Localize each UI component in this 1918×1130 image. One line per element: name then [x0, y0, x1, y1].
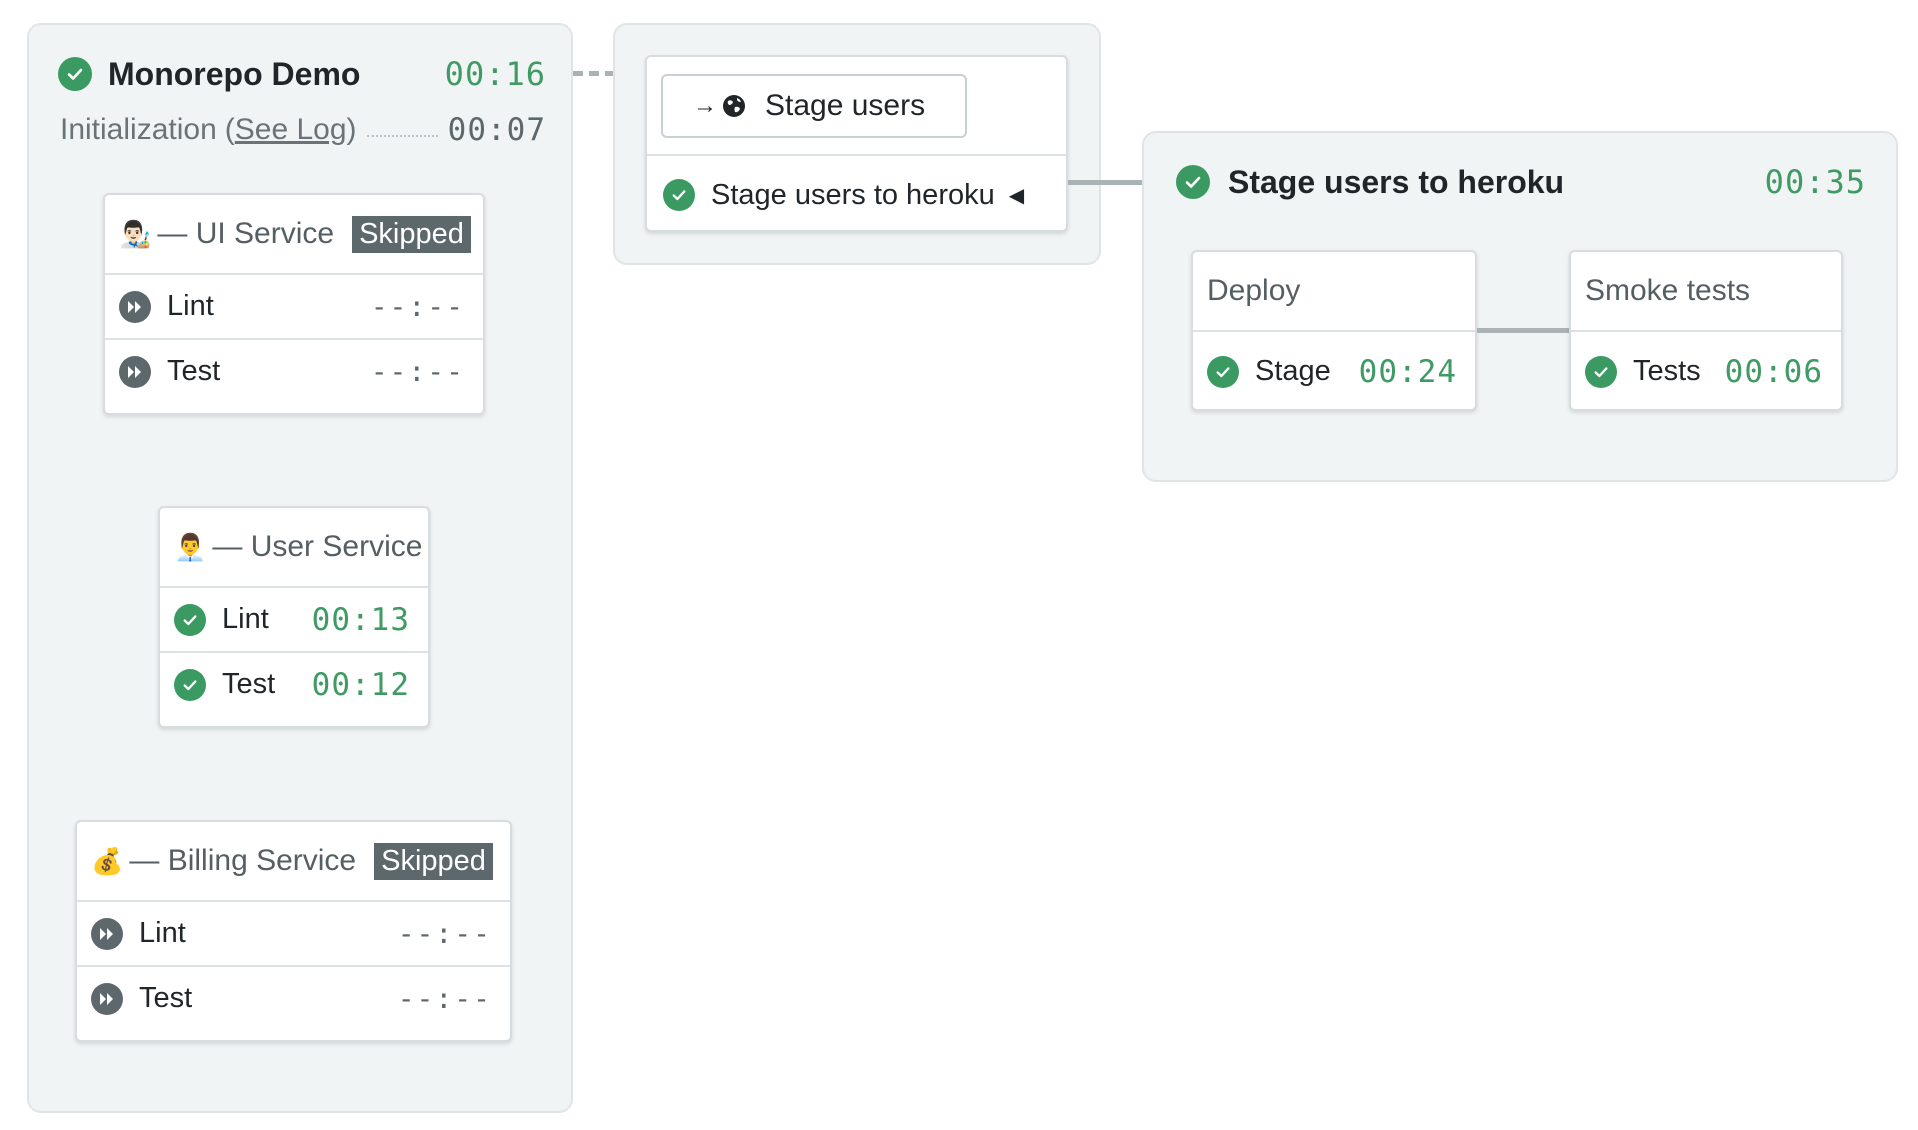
skipped-icon [119, 290, 151, 323]
dotted-leader [366, 135, 438, 137]
block-header: Smoke tests [1571, 252, 1841, 332]
job-row-lint[interactable]: Lint --:-- [77, 902, 510, 967]
passed-icon [1207, 355, 1239, 388]
passed-icon [174, 668, 206, 701]
promotion-target-label: Stage users to heroku [711, 178, 995, 211]
promote-button[interactable]: → Stage users [661, 73, 967, 138]
initialization-row: Initialization (See Log) 00:07 [60, 112, 546, 148]
block-header: 👨🏻‍🎨 — UI Service Skipped [105, 195, 483, 275]
passed-icon [663, 179, 695, 211]
office-worker-emoji-icon: 👨‍💼 [174, 531, 207, 562]
promotion-target-row[interactable]: Stage users to heroku ◀ [647, 156, 1066, 230]
block-header: 💰 — Billing Service Skipped [77, 822, 510, 902]
job-row-lint[interactable]: Lint 00:13 [160, 588, 428, 653]
stage-pipeline-title: Stage users to heroku [1228, 163, 1565, 200]
job-name: Stage [1255, 355, 1331, 387]
passed-icon [1585, 355, 1617, 388]
stage-pipeline-header: Stage users to heroku 00:35 [1176, 160, 1866, 204]
skipped-icon [91, 917, 123, 950]
job-name: Test [167, 355, 221, 387]
block-name: — User Service [212, 530, 423, 563]
block-header: Deploy [1193, 252, 1475, 332]
block-user-service[interactable]: 👨‍💼 — User Service Lint 00:13 Test 00:12 [158, 506, 430, 728]
workflow-title: Monorepo Demo [108, 55, 361, 92]
promotion-card: → Stage users Stage users to heroku ◀ [645, 55, 1068, 232]
job-name: Lint [222, 603, 269, 635]
caret-left-icon: ◀ [1008, 184, 1025, 207]
job-duration: --:-- [397, 982, 492, 1015]
job-name: Test [222, 668, 276, 700]
skipped-icon [91, 982, 123, 1015]
job-duration: 00:12 [311, 666, 410, 703]
job-name: Lint [139, 917, 186, 949]
job-row-stage[interactable]: Stage 00:24 [1193, 332, 1475, 409]
money-bag-emoji-icon: 💰 [91, 845, 124, 876]
promotion-button-area: → Stage users [647, 57, 1066, 156]
job-row-test[interactable]: Test --:-- [105, 340, 483, 403]
job-name: Test [139, 982, 193, 1014]
initialization-duration: 00:07 [447, 112, 546, 148]
job-row-lint[interactable]: Lint --:-- [105, 275, 483, 340]
job-row-test[interactable]: Test --:-- [77, 967, 510, 1030]
job-duration: --:-- [397, 917, 492, 950]
block-header: 👨‍💼 — User Service [160, 508, 428, 588]
job-name: Lint [167, 290, 214, 322]
promote-button-label: Stage users [765, 88, 926, 122]
job-duration: 00:06 [1724, 353, 1823, 390]
arrow-right-icon: → [693, 91, 717, 119]
globe-icon [723, 94, 745, 117]
passed-icon [174, 603, 206, 636]
skipped-icon [119, 355, 151, 388]
skipped-badge: Skipped [374, 842, 493, 880]
artist-emoji-icon: 👨🏻‍🎨 [119, 218, 152, 249]
promotion-connector [1068, 180, 1142, 185]
initialization-label: Initialization [60, 113, 217, 146]
block-deploy[interactable]: Deploy Stage 00:24 [1191, 250, 1477, 411]
job-duration: --:-- [370, 355, 465, 388]
job-row-tests[interactable]: Tests 00:06 [1571, 332, 1841, 409]
block-billing-service[interactable]: 💰 — Billing Service Skipped Lint --:-- T… [75, 820, 512, 1042]
job-duration: --:-- [370, 290, 465, 323]
skipped-badge: Skipped [352, 215, 471, 253]
block-ui-service[interactable]: 👨🏻‍🎨 — UI Service Skipped Lint --:-- Tes… [103, 193, 485, 415]
job-duration: 00:13 [311, 601, 410, 638]
block-name: Smoke tests [1585, 274, 1751, 307]
block-connector [1477, 328, 1569, 333]
job-duration: 00:24 [1358, 353, 1457, 390]
stage-pipeline-duration: 00:35 [1764, 163, 1866, 201]
workflow-duration: 00:16 [444, 55, 546, 93]
see-log-link[interactable]: See Log [235, 113, 347, 147]
passed-icon [58, 57, 92, 91]
dashed-connector [573, 71, 615, 76]
job-name: Tests [1633, 355, 1701, 387]
block-name: — Billing Service [129, 844, 357, 877]
workflow-header: Monorepo Demo 00:16 [58, 52, 546, 96]
job-row-test[interactable]: Test 00:12 [160, 653, 428, 716]
passed-icon [1176, 165, 1210, 199]
block-name: — UI Service [157, 217, 335, 250]
block-name: Deploy [1207, 274, 1301, 307]
block-smoke-tests[interactable]: Smoke tests Tests 00:06 [1569, 250, 1843, 411]
